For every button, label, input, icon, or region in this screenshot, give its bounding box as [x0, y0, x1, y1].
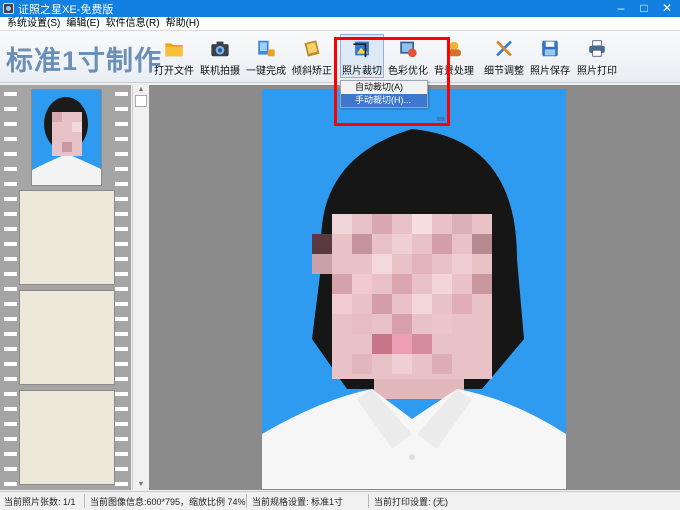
thumbnail-photo[interactable]	[31, 89, 102, 186]
background-process-button[interactable]: 背景处理	[432, 34, 476, 78]
portrait-image	[262, 89, 566, 489]
photo-crop-label: 照片裁切	[342, 66, 382, 77]
maximize-button[interactable]: □	[633, 0, 655, 17]
toolbar: 标准1寸制作 打开文件 联机拍摄 一键完成 倾斜矫正 照片裁切 色彩优化 背景处…	[0, 31, 680, 83]
camera-capture-button[interactable]: 联机拍摄	[198, 34, 242, 78]
tilt-correct-icon	[304, 40, 320, 57]
empty-frame-2[interactable]	[19, 190, 115, 285]
menu-software-info[interactable]: 软件信息(R)	[103, 17, 163, 31]
one-click-icon	[258, 40, 275, 57]
id-photo[interactable]	[262, 89, 566, 489]
thumbnail-scrollbar[interactable]: ▲ ▼	[132, 85, 148, 490]
scroll-up-arrow[interactable]: ▲	[133, 85, 149, 95]
crop-icon	[353, 41, 369, 58]
status-separator	[84, 494, 85, 508]
one-click-label: 一键完成	[246, 66, 286, 77]
tilt-correct-label: 倾斜矫正	[292, 66, 332, 77]
color-optimize-button[interactable]: 色彩优化	[386, 34, 430, 78]
status-print-setting: 当前打印设置: (无)	[374, 497, 448, 507]
detail-adjust-icon	[496, 40, 512, 57]
save-icon	[542, 40, 558, 57]
thumbnail-portrait-image	[32, 90, 101, 185]
status-photo-count: 当前照片张数: 1/1	[4, 497, 76, 507]
status-separator	[246, 494, 247, 508]
crop-dropdown-menu: 自动裁切(A) 手动裁切(H)...	[340, 80, 428, 108]
auto-crop-menu-item[interactable]: 自动裁切(A)	[341, 81, 427, 94]
scrollbar-thumb[interactable]	[135, 95, 147, 107]
color-optimize-label: 色彩优化	[388, 66, 428, 77]
film-perforations-right	[115, 85, 128, 490]
status-image-info: 当前图像信息:600*795，缩放比例 74%	[90, 497, 246, 507]
print-photo-label: 照片打印	[577, 66, 617, 77]
manual-crop-menu-item[interactable]: 手动裁切(H)...	[341, 94, 427, 107]
pixelated-face	[312, 214, 492, 379]
photo-crop-button[interactable]: 照片裁切	[340, 34, 384, 78]
status-bar: 当前照片张数: 1/1 当前图像信息:600*795，缩放比例 74% 当前规格…	[0, 491, 680, 510]
background-icon	[447, 41, 461, 57]
window-title: 证照之星XE-免费版	[18, 3, 114, 16]
print-photo-button[interactable]: 照片打印	[575, 34, 619, 78]
photo-canvas[interactable]	[149, 85, 680, 490]
scroll-down-arrow[interactable]: ▼	[133, 480, 149, 490]
tilt-correct-button[interactable]: 倾斜矫正	[290, 34, 334, 78]
app-icon	[3, 3, 14, 14]
background-process-label: 背景处理	[434, 66, 474, 77]
film-perforations-left	[4, 85, 17, 490]
folder-icon	[165, 43, 183, 57]
color-optimize-icon	[400, 41, 417, 58]
detail-adjust-button[interactable]: 细节调整	[482, 34, 526, 78]
status-spec: 当前规格设置: 标准1寸	[252, 497, 344, 507]
menu-edit[interactable]: 编辑(E)	[63, 17, 102, 31]
menu-help[interactable]: 帮助(H)	[163, 17, 203, 31]
empty-frame-4[interactable]	[19, 390, 115, 485]
title-bar: 证照之星XE-免费版 – □ ✕	[0, 0, 680, 17]
minimize-button[interactable]: –	[610, 0, 632, 17]
one-click-button[interactable]: 一键完成	[244, 34, 288, 78]
detail-adjust-label: 细节调整	[484, 66, 524, 77]
printer-icon	[589, 40, 605, 57]
brand-title: 标准1寸制作	[6, 46, 163, 76]
menu-bar: 系统设置(S) 编辑(E) 软件信息(R) 帮助(H)	[0, 17, 680, 31]
open-file-label: 打开文件	[154, 66, 194, 77]
save-photo-button[interactable]: 照片保存	[528, 34, 572, 78]
open-file-button[interactable]: 打开文件	[152, 34, 196, 78]
menu-system-settings[interactable]: 系统设置(S)	[4, 17, 63, 31]
save-photo-label: 照片保存	[530, 66, 570, 77]
thumbnail-filmstrip[interactable]	[0, 85, 131, 490]
close-button[interactable]: ✕	[656, 0, 678, 17]
camera-icon	[211, 41, 229, 57]
empty-frame-3[interactable]	[19, 290, 115, 385]
camera-capture-label: 联机拍摄	[200, 66, 240, 77]
status-separator	[368, 494, 369, 508]
